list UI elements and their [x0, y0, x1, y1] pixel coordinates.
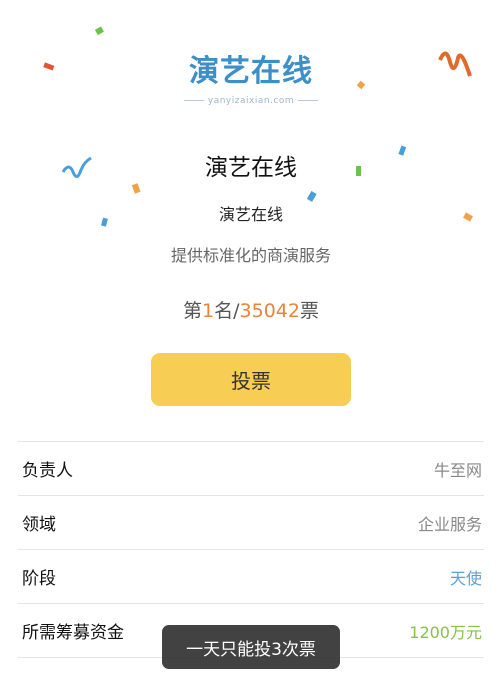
rank-prefix: 第 — [183, 300, 203, 322]
toast-text: 一天只能投3次票 — [186, 639, 316, 660]
info-value: 1200万元 — [409, 622, 482, 642]
info-row-stage: 阶段 天使 — [18, 550, 484, 604]
rank-middle: 名/ — [214, 300, 240, 322]
logo-subtext: yanyizaixian.com — [0, 96, 502, 106]
info-value: 牛至网 — [433, 460, 482, 480]
project-subtitle: 演艺在线 — [218, 205, 283, 224]
toast-message: 一天只能投3次票 — [162, 625, 340, 669]
logo-text: 演艺在线 — [189, 54, 313, 89]
vote-button-label: 投票 — [231, 369, 271, 393]
ranking-line: 第1名/35042票 — [0, 296, 502, 323]
rank-suffix: 票 — [299, 300, 319, 322]
info-label: 领域 — [22, 515, 56, 535]
info-label: 阶段 — [22, 569, 56, 589]
vote-count: 35042 — [239, 300, 300, 322]
info-label: 所需筹募资金 — [22, 623, 124, 643]
vote-page: 演艺在线 yanyizaixian.com 演艺在线 演艺在线 提供标准化的商演… — [0, 0, 502, 678]
project-title: 演艺在线 — [205, 155, 297, 181]
brand-logo: 演艺在线 yanyizaixian.com — [0, 46, 502, 106]
info-row-owner: 负责人 牛至网 — [18, 442, 484, 496]
project-description: 提供标准化的商演服务 — [170, 246, 331, 265]
info-value: 天使 — [449, 568, 482, 588]
info-label: 负责人 — [22, 461, 73, 481]
vote-button[interactable]: 投票 — [151, 353, 351, 406]
rank-number: 1 — [202, 300, 215, 322]
info-value: 企业服务 — [417, 514, 482, 534]
info-row-field: 领域 企业服务 — [18, 496, 484, 550]
